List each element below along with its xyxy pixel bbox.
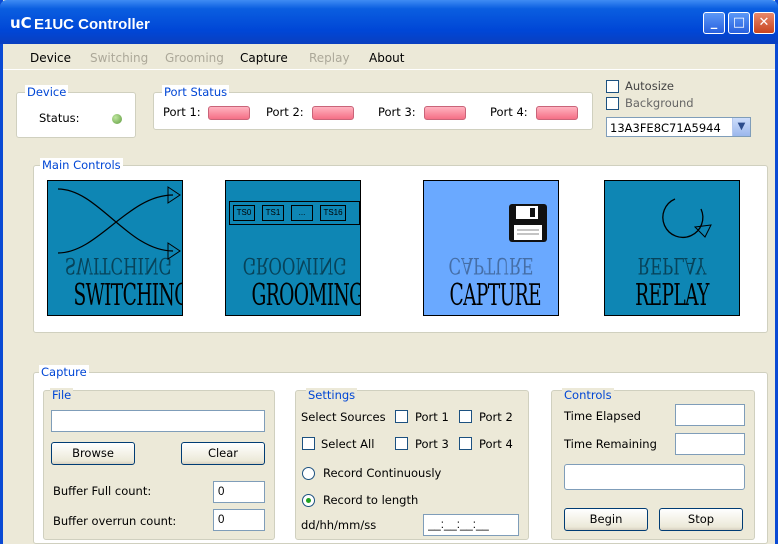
device-legend: Device [25, 85, 69, 99]
replay-reflection: REPLAY [637, 252, 707, 277]
length-format-label: dd/hh/mm/ss [301, 518, 377, 532]
capture-legend: Capture [39, 365, 89, 379]
ts-dots-box: ... [291, 205, 313, 221]
port2-checkbox[interactable] [459, 410, 472, 423]
grooming-tile-button[interactable]: TS0 TS1 ... TS16 GROOMING GROOMING [225, 180, 361, 316]
capture-label: CAPTURE [449, 278, 541, 313]
port1-checkbox-label: Port 1 [415, 410, 449, 424]
settings-legend: Settings [306, 388, 358, 402]
buffer-full-field [213, 481, 265, 503]
autosize-label: Autosize [625, 79, 674, 93]
port2-checkbox-label: Port 2 [479, 410, 513, 424]
port3-checkbox[interactable] [395, 437, 408, 450]
buffer-overrun-field [213, 509, 265, 531]
chevron-down-icon[interactable]: ▼ [732, 118, 750, 136]
record-continuously-radio[interactable] [302, 467, 315, 480]
main-controls-legend: Main Controls [40, 158, 123, 172]
buffer-overrun-label: Buffer overrun count: [53, 514, 177, 528]
switching-tile-button[interactable]: SWITCHING SWITCHING [47, 180, 183, 316]
grooming-reflection: GROOMING [242, 252, 347, 277]
device-status-label: Status: [39, 111, 80, 125]
port-status-legend: Port Status [162, 85, 230, 99]
close-button[interactable]: ✕ [753, 12, 775, 34]
port3-label: Port 3: [378, 105, 416, 119]
port4-checkbox-label: Port 4 [479, 437, 513, 451]
floppy-disk-icon [509, 204, 547, 242]
controls-legend: Controls [562, 388, 614, 402]
browse-button[interactable]: Browse [51, 442, 135, 465]
stop-button[interactable]: Stop [659, 508, 743, 531]
menu-switching[interactable]: Switching [90, 51, 148, 65]
replay-label: REPLAY [635, 278, 709, 313]
buffer-full-label: Buffer Full count: [53, 484, 152, 498]
menu-about[interactable]: About [369, 51, 404, 65]
port3-checkbox-label: Port 3 [415, 437, 449, 451]
file-legend: File [50, 388, 74, 402]
begin-button[interactable]: Begin [564, 508, 648, 531]
clear-button[interactable]: Clear [181, 442, 265, 465]
capture-tile-button[interactable]: CAPTURE CAPTURE [423, 180, 559, 316]
app-window: uC E1UC Controller _ □ ✕ Device Switchin… [0, 0, 778, 544]
port3-indicator [424, 106, 466, 120]
window-title: E1UC Controller [34, 16, 150, 33]
device-group: Device Status: [16, 85, 136, 138]
port4-label: Port 4: [490, 105, 528, 119]
time-remaining-field [675, 433, 745, 455]
background-label: Background [625, 96, 694, 110]
file-path-input[interactable] [51, 410, 265, 432]
menu-replay[interactable]: Replay [309, 51, 350, 65]
port1-label: Port 1: [163, 105, 201, 119]
port1-checkbox[interactable] [395, 410, 408, 423]
port-status-group: Port Status Port 1: Port 2: Port 3: Port… [153, 85, 593, 130]
time-elapsed-label: Time Elapsed [564, 409, 641, 423]
port1-indicator [208, 106, 250, 120]
minimize-button[interactable]: _ [703, 12, 725, 34]
port2-label: Port 2: [266, 105, 304, 119]
title-bar[interactable]: uC E1UC Controller _ □ ✕ [0, 0, 778, 44]
ts1-box: TS1 [262, 205, 284, 221]
port4-checkbox[interactable] [459, 437, 472, 450]
switching-label: SWITCHING [73, 278, 183, 313]
menu-grooming[interactable]: Grooming [165, 51, 224, 65]
background-checkbox[interactable] [606, 97, 619, 110]
menu-bar: Device Switching Grooming Capture Replay… [3, 44, 775, 70]
time-remaining-label: Time Remaining [564, 437, 657, 451]
grooming-label: GROOMING [251, 278, 361, 313]
ts16-box: TS16 [320, 205, 346, 221]
capture-reflection: CAPTURE [448, 252, 534, 277]
port2-indicator [312, 106, 354, 120]
time-elapsed-field [675, 404, 745, 426]
replay-tile-button[interactable]: REPLAY REPLAY [604, 180, 740, 316]
select-sources-label: Select Sources [301, 410, 386, 424]
select-all-checkbox[interactable] [302, 437, 315, 450]
switching-reflection: SWITCHING [64, 252, 172, 277]
replay-arrow-icon [662, 198, 712, 239]
record-continuously-label: Record Continuously [323, 466, 442, 480]
record-to-length-label: Record to length [323, 493, 419, 507]
app-logo-icon: uC [10, 14, 32, 32]
autosize-checkbox[interactable] [606, 80, 619, 93]
record-to-length-radio[interactable] [302, 494, 315, 507]
select-all-label: Select All [321, 437, 375, 451]
serial-select-value: 13A3FE8C71A5944 [610, 121, 721, 135]
capture-progress-bar [564, 464, 745, 490]
ts0-box: TS0 [233, 205, 255, 221]
port4-indicator [536, 106, 578, 120]
maximize-button[interactable]: □ [728, 12, 750, 34]
serial-select[interactable]: 13A3FE8C71A5944 ▼ [606, 117, 751, 137]
record-length-input[interactable] [423, 514, 519, 536]
menu-device[interactable]: Device [30, 51, 71, 65]
device-status-led [112, 114, 122, 124]
menu-capture[interactable]: Capture [240, 51, 288, 65]
